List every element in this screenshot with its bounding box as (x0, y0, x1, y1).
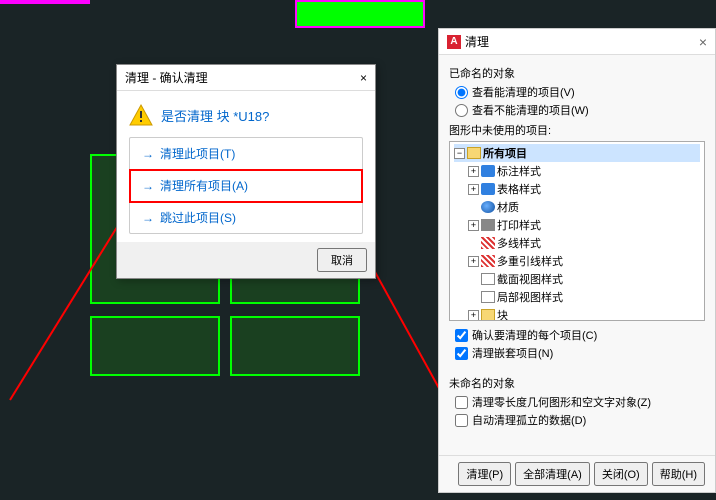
confirm-purge-dialog: 清理 - 确认清理 × 是否清理 块 *U18? → 清理此项目(T) → 清理… (116, 64, 376, 279)
option-label: 清理所有项目(A) (160, 177, 248, 194)
dialog-footer: 取消 (117, 242, 375, 278)
warning-icon (129, 103, 153, 127)
tree-item[interactable]: +块 (454, 306, 700, 321)
tree-item-label: 截面视图样式 (497, 271, 563, 287)
tree-item-label: 打印样式 (497, 217, 541, 233)
named-objects-label: 已命名的对象 (449, 65, 705, 81)
expand-icon[interactable]: + (468, 256, 479, 267)
tree-label: 图形中未使用的项目: (449, 122, 705, 138)
tree-item-label: 局部视图样式 (497, 289, 563, 305)
tree-type-icon (481, 237, 495, 249)
radio-view-purgeable[interactable]: 查看能清理的项目(V) (455, 84, 705, 100)
tree-type-icon (481, 183, 495, 195)
check-label: 确认要清理的每个项目(C) (472, 327, 597, 343)
dialog-title-text: 清理 - 确认清理 (125, 69, 208, 86)
option-skip-this[interactable]: → 跳过此项目(S) (130, 202, 362, 233)
expand-icon[interactable]: + (468, 184, 479, 195)
dialog-question-text: 是否清理 块 *U18? (161, 106, 269, 125)
close-icon[interactable]: × (699, 34, 707, 50)
check-nested[interactable]: 清理嵌套项目(N) (455, 345, 705, 361)
unnamed-objects-label: 未命名的对象 (449, 375, 705, 391)
tree-type-icon (481, 219, 495, 231)
tree-item[interactable]: + 多重引线样式 (454, 252, 700, 270)
tree-item-label: 多线样式 (497, 235, 541, 251)
check-label: 清理零长度几何图形和空文字对象(Z) (472, 394, 651, 410)
close-icon[interactable]: × (360, 71, 367, 85)
radio-label: 查看能清理的项目(V) (472, 84, 575, 100)
purge-button-row: 清理(P) 全部清理(A) 关闭(O) 帮助(H) (439, 455, 715, 492)
option-label: 清理此项目(T) (160, 145, 235, 162)
expand-icon[interactable]: + (468, 220, 479, 231)
tree-item[interactable]: 多线样式 (454, 234, 700, 252)
tree-item[interactable]: 截面视图样式 (454, 270, 700, 288)
radio-input[interactable] (455, 104, 468, 117)
option-purge-all[interactable]: → 清理所有项目(A) (130, 170, 362, 202)
help-button[interactable]: 帮助(H) (652, 462, 705, 486)
tree-item[interactable]: + 打印样式 (454, 216, 700, 234)
tree-root[interactable]: − 所有项目 (454, 144, 700, 162)
check-orphan-data[interactable]: 自动清理孤立的数据(D) (455, 412, 705, 428)
dialog-options: → 清理此项目(T) → 清理所有项目(A) → 跳过此项目(S) (129, 137, 363, 234)
app-logo-icon: A (447, 35, 461, 49)
radio-label: 查看不能清理的项目(W) (472, 102, 589, 118)
purge-button[interactable]: 清理(P) (458, 462, 511, 486)
tree-type-icon (481, 165, 495, 177)
tree-item-label: 标注样式 (497, 163, 541, 179)
radio-input[interactable] (455, 86, 468, 99)
tree-type-icon (481, 309, 495, 321)
tree-item[interactable]: 局部视图样式 (454, 288, 700, 306)
tree-item-label: 表格样式 (497, 181, 541, 197)
tree-item[interactable]: + 表格样式 (454, 180, 700, 198)
arrow-icon: → (142, 147, 154, 161)
tree-item-label: 多重引线样式 (497, 253, 563, 269)
purge-all-button[interactable]: 全部清理(A) (515, 462, 590, 486)
expand-icon[interactable]: + (468, 166, 479, 177)
dialog-titlebar: 清理 - 确认清理 × (117, 65, 375, 91)
option-purge-this[interactable]: → 清理此项目(T) (130, 138, 362, 170)
check-label: 自动清理孤立的数据(D) (472, 412, 586, 428)
tree-item-label: 材质 (497, 199, 519, 215)
arrow-icon: → (142, 211, 154, 225)
tree-item-label: 块 (497, 307, 508, 321)
check-zero-length[interactable]: 清理零长度几何图形和空文字对象(Z) (455, 394, 705, 410)
tree-type-icon (481, 255, 495, 267)
tree-item[interactable]: + 标注样式 (454, 162, 700, 180)
collapse-icon[interactable]: − (454, 148, 465, 159)
checkbox-input[interactable] (455, 414, 468, 427)
tree-type-icon (481, 291, 495, 303)
purge-tree[interactable]: − 所有项目 + 标注样式 + 表格样式材质 + 打印样式多线样式 + 多重引线样式截面视图样… (449, 141, 705, 321)
expand-icon[interactable]: + (468, 310, 479, 321)
radio-view-nonpurgeable[interactable]: 查看不能清理的项目(W) (455, 102, 705, 118)
tree-type-icon (481, 201, 495, 213)
check-label: 清理嵌套项目(N) (472, 345, 553, 361)
dialog-question-row: 是否清理 块 *U18? (129, 103, 363, 127)
option-label: 跳过此项目(S) (160, 209, 236, 226)
check-confirm-each[interactable]: 确认要清理的每个项目(C) (455, 327, 705, 343)
tree-item[interactable]: 材质 (454, 198, 700, 216)
checkbox-input[interactable] (455, 347, 468, 360)
checkbox-input[interactable] (455, 329, 468, 342)
purge-panel: A 清理 × 已命名的对象 查看能清理的项目(V) 查看不能清理的项目(W) 图… (438, 28, 716, 493)
tree-type-icon (481, 273, 495, 285)
folder-icon (467, 147, 481, 159)
purge-title-text: 清理 (465, 33, 695, 50)
checkbox-input[interactable] (455, 396, 468, 409)
cancel-button[interactable]: 取消 (317, 248, 367, 272)
arrow-icon: → (142, 179, 154, 193)
close-button[interactable]: 关闭(O) (594, 462, 648, 486)
tree-item-label: 所有项目 (483, 145, 527, 161)
purge-titlebar: A 清理 × (439, 29, 715, 55)
